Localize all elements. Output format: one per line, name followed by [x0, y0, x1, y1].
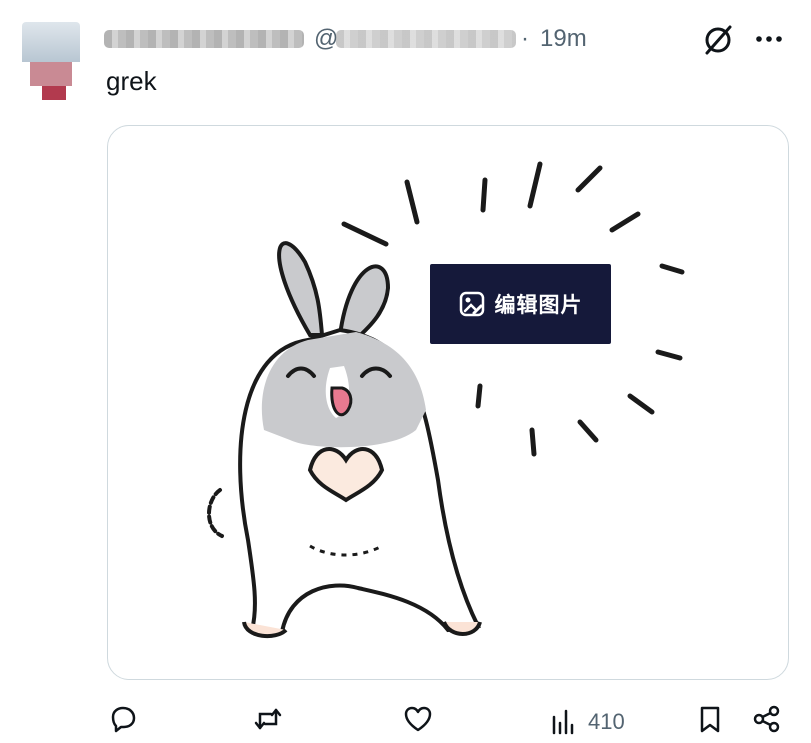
avatar[interactable] [22, 22, 80, 100]
bookmark-button[interactable] [695, 704, 725, 740]
bookmark-icon [700, 706, 720, 733]
handle-at-sign: @ [314, 25, 339, 52]
share-icon [753, 705, 780, 733]
reply-icon [111, 706, 136, 733]
views-icon [552, 709, 574, 735]
views-button[interactable]: 410 [548, 704, 625, 740]
avatar-blur-bottom [42, 86, 66, 100]
more-icon [756, 36, 782, 42]
post-timestamp[interactable]: 19m [540, 25, 587, 53]
author-name-blurred[interactable] [104, 30, 304, 48]
rabbit-illustration [207, 161, 685, 639]
repost-icon [254, 708, 282, 730]
avatar-blur-mid [30, 62, 72, 86]
like-icon [404, 706, 432, 732]
grok-icon [705, 25, 732, 55]
author-handle-blurred[interactable] [336, 30, 516, 48]
edit-image-icon [459, 291, 484, 317]
grok-button[interactable] [700, 22, 736, 58]
share-button[interactable] [752, 704, 782, 740]
edit-image-label: 编辑图片 [494, 294, 583, 317]
views-count: 410 [588, 709, 625, 734]
more-options-button[interactable] [752, 26, 786, 52]
avatar-blur-top [22, 22, 80, 62]
reply-button[interactable] [108, 704, 138, 740]
edit-image-badge[interactable]: 编辑图片 [430, 264, 611, 344]
repost-button[interactable] [253, 704, 283, 740]
like-button[interactable] [403, 704, 433, 740]
separator-dot: · [521, 25, 529, 52]
post-text: grek [106, 66, 157, 96]
